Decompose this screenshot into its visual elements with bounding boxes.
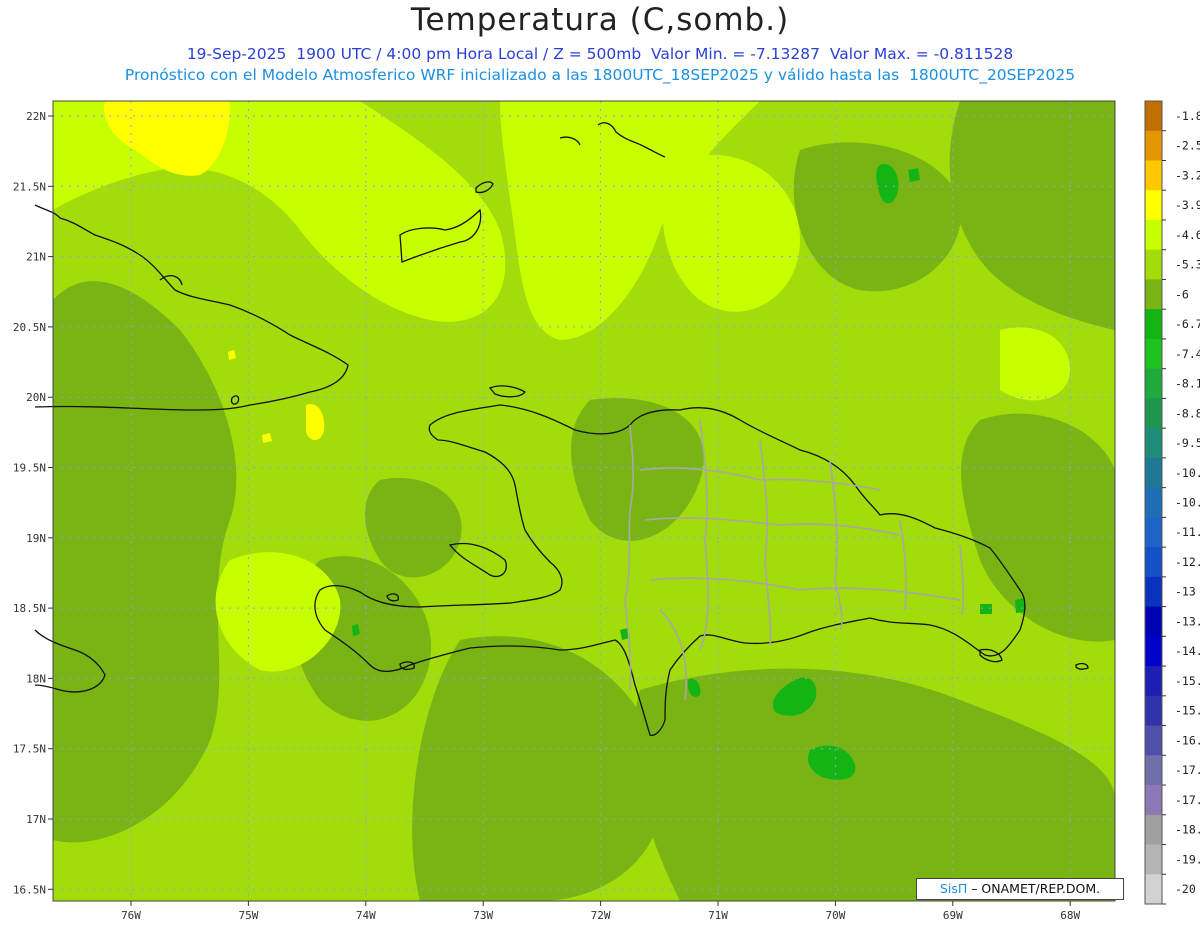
colorbar-label: -3.2 <box>1175 168 1200 182</box>
colorbar-legend: -1.8 -2.5 -3.2 -3.9 -4.6 -5.3 -6 -6.7 -7.4 -8.1 -8… <box>1144 100 1200 905</box>
colorbar-label: -17.2 <box>1175 763 1200 777</box>
colorbar-label: -10.2 <box>1175 466 1200 480</box>
colorbar-swatch <box>1145 101 1162 132</box>
lat-tick-label: 21N <box>26 251 46 264</box>
lat-tick-label: 18N <box>26 672 46 685</box>
colorbar-label: -7.4 <box>1175 347 1200 361</box>
colorbar-swatch <box>1145 249 1162 280</box>
colorbar-swatch <box>1145 487 1162 518</box>
colorbar-swatch <box>1145 725 1162 756</box>
colorbar-label: -5.3 <box>1175 258 1200 272</box>
colorbar-label: -10.9 <box>1175 496 1200 510</box>
colorbar-label: -2.5 <box>1175 139 1200 153</box>
colorbar-label: -15.8 <box>1175 704 1200 718</box>
lon-tick-label: 70W <box>825 909 845 922</box>
colorbar-swatch <box>1145 576 1162 608</box>
colorbar-swatch <box>1145 874 1162 905</box>
lat-tick-label: 19N <box>26 532 46 545</box>
colorbar-label: -13.7 <box>1175 614 1200 628</box>
lat-tick-label: 17N <box>26 813 46 826</box>
colorbar-swatch <box>1145 309 1162 340</box>
colorbar-label: -18.6 <box>1175 823 1200 837</box>
colorbar-label: -8.8 <box>1175 406 1200 420</box>
colorbar-swatch <box>1145 338 1162 370</box>
colorbar-label: -16.5 <box>1175 733 1200 747</box>
colorbar-label: -8.1 <box>1175 377 1200 391</box>
colorbar-swatch <box>1145 219 1162 251</box>
lon-tick-label: 73W <box>473 909 493 922</box>
lon-tick-label: 68W <box>1060 909 1080 922</box>
colorbar-swatch <box>1145 755 1162 786</box>
colorbar-swatch <box>1145 785 1162 816</box>
colorbar-label: -12.3 <box>1175 555 1200 569</box>
colorbar-swatch <box>1145 666 1162 697</box>
lon-tick-label: 69W <box>943 909 963 922</box>
lon-tick-label: 75W <box>238 909 258 922</box>
colorbar-swatch <box>1145 398 1162 429</box>
colorbar-label: -9.5 <box>1175 436 1200 450</box>
lon-tick-label: 76W <box>121 909 141 922</box>
lat-tick-label: 22N <box>26 110 46 123</box>
colorbar-label: -6 <box>1175 287 1189 301</box>
longitude-axis: 76W 75W 74W 73W 72W 71W 70W 69W 68W <box>121 901 1081 922</box>
lat-tick-label: 18.5N <box>13 602 46 615</box>
lon-tick-label: 72W <box>591 909 611 922</box>
colorbar-swatch <box>1145 636 1162 667</box>
colorbar-label: -14.4 <box>1175 644 1200 658</box>
colorbar-label: -4.6 <box>1175 228 1200 242</box>
lat-tick-label: 20N <box>26 391 46 404</box>
colorbar-label: -13 <box>1175 585 1196 599</box>
colorbar-swatch <box>1145 844 1162 875</box>
colorbar-swatch <box>1145 130 1162 161</box>
lat-tick-label: 19.5N <box>13 462 46 475</box>
colorbar-swatch <box>1145 547 1162 578</box>
lon-tick-label: 71W <box>708 909 728 922</box>
colorbar-swatch <box>1145 517 1162 548</box>
colorbar-label: -6.7 <box>1175 317 1200 331</box>
map-plot-area <box>34 100 1116 902</box>
lat-tick-label: 21.5N <box>13 180 46 193</box>
colorbar-label: -20 <box>1175 882 1196 896</box>
colorbar-swatch <box>1145 160 1162 191</box>
colorbar-label: -15.1 <box>1175 674 1200 688</box>
colorbar-swatch <box>1145 695 1162 727</box>
lon-tick-label: 74W <box>356 909 376 922</box>
colorbar-swatch <box>1145 606 1162 637</box>
credit-box: SisΠ – ONAMET/REP.DOM. <box>916 878 1124 900</box>
credit-text: – ONAMET/REP.DOM. <box>967 881 1101 896</box>
colorbar-swatch <box>1145 190 1162 221</box>
colorbar-label: -3.9 <box>1175 198 1200 212</box>
latitude-axis: 22N 21.5N 21N 20.5N 20N 19.5N 19N 18.5N 18N 17.5N… <box>13 110 53 896</box>
credit-brand: SisΠ <box>939 881 968 896</box>
colorbar-label: -19.3 <box>1175 852 1200 866</box>
colorbar-label: -17.9 <box>1175 793 1200 807</box>
colorbar-swatch <box>1145 368 1162 399</box>
colorbar-swatch <box>1145 457 1162 489</box>
colorbar-swatch <box>1145 428 1162 459</box>
lat-tick-label: 17.5N <box>13 743 46 756</box>
colorbar-label: -1.8 <box>1175 109 1200 123</box>
lat-tick-label: 16.5N <box>13 883 46 896</box>
colorbar-swatch <box>1145 279 1162 310</box>
colorbar-swatch <box>1145 814 1162 846</box>
colorbar-label: -11.6 <box>1175 525 1200 539</box>
lat-tick-label: 20.5N <box>13 321 46 334</box>
temperature-map: 22N 21.5N 21N 20.5N 20N 19.5N 19N 18.5N 18N 17.5N… <box>13 100 1200 922</box>
